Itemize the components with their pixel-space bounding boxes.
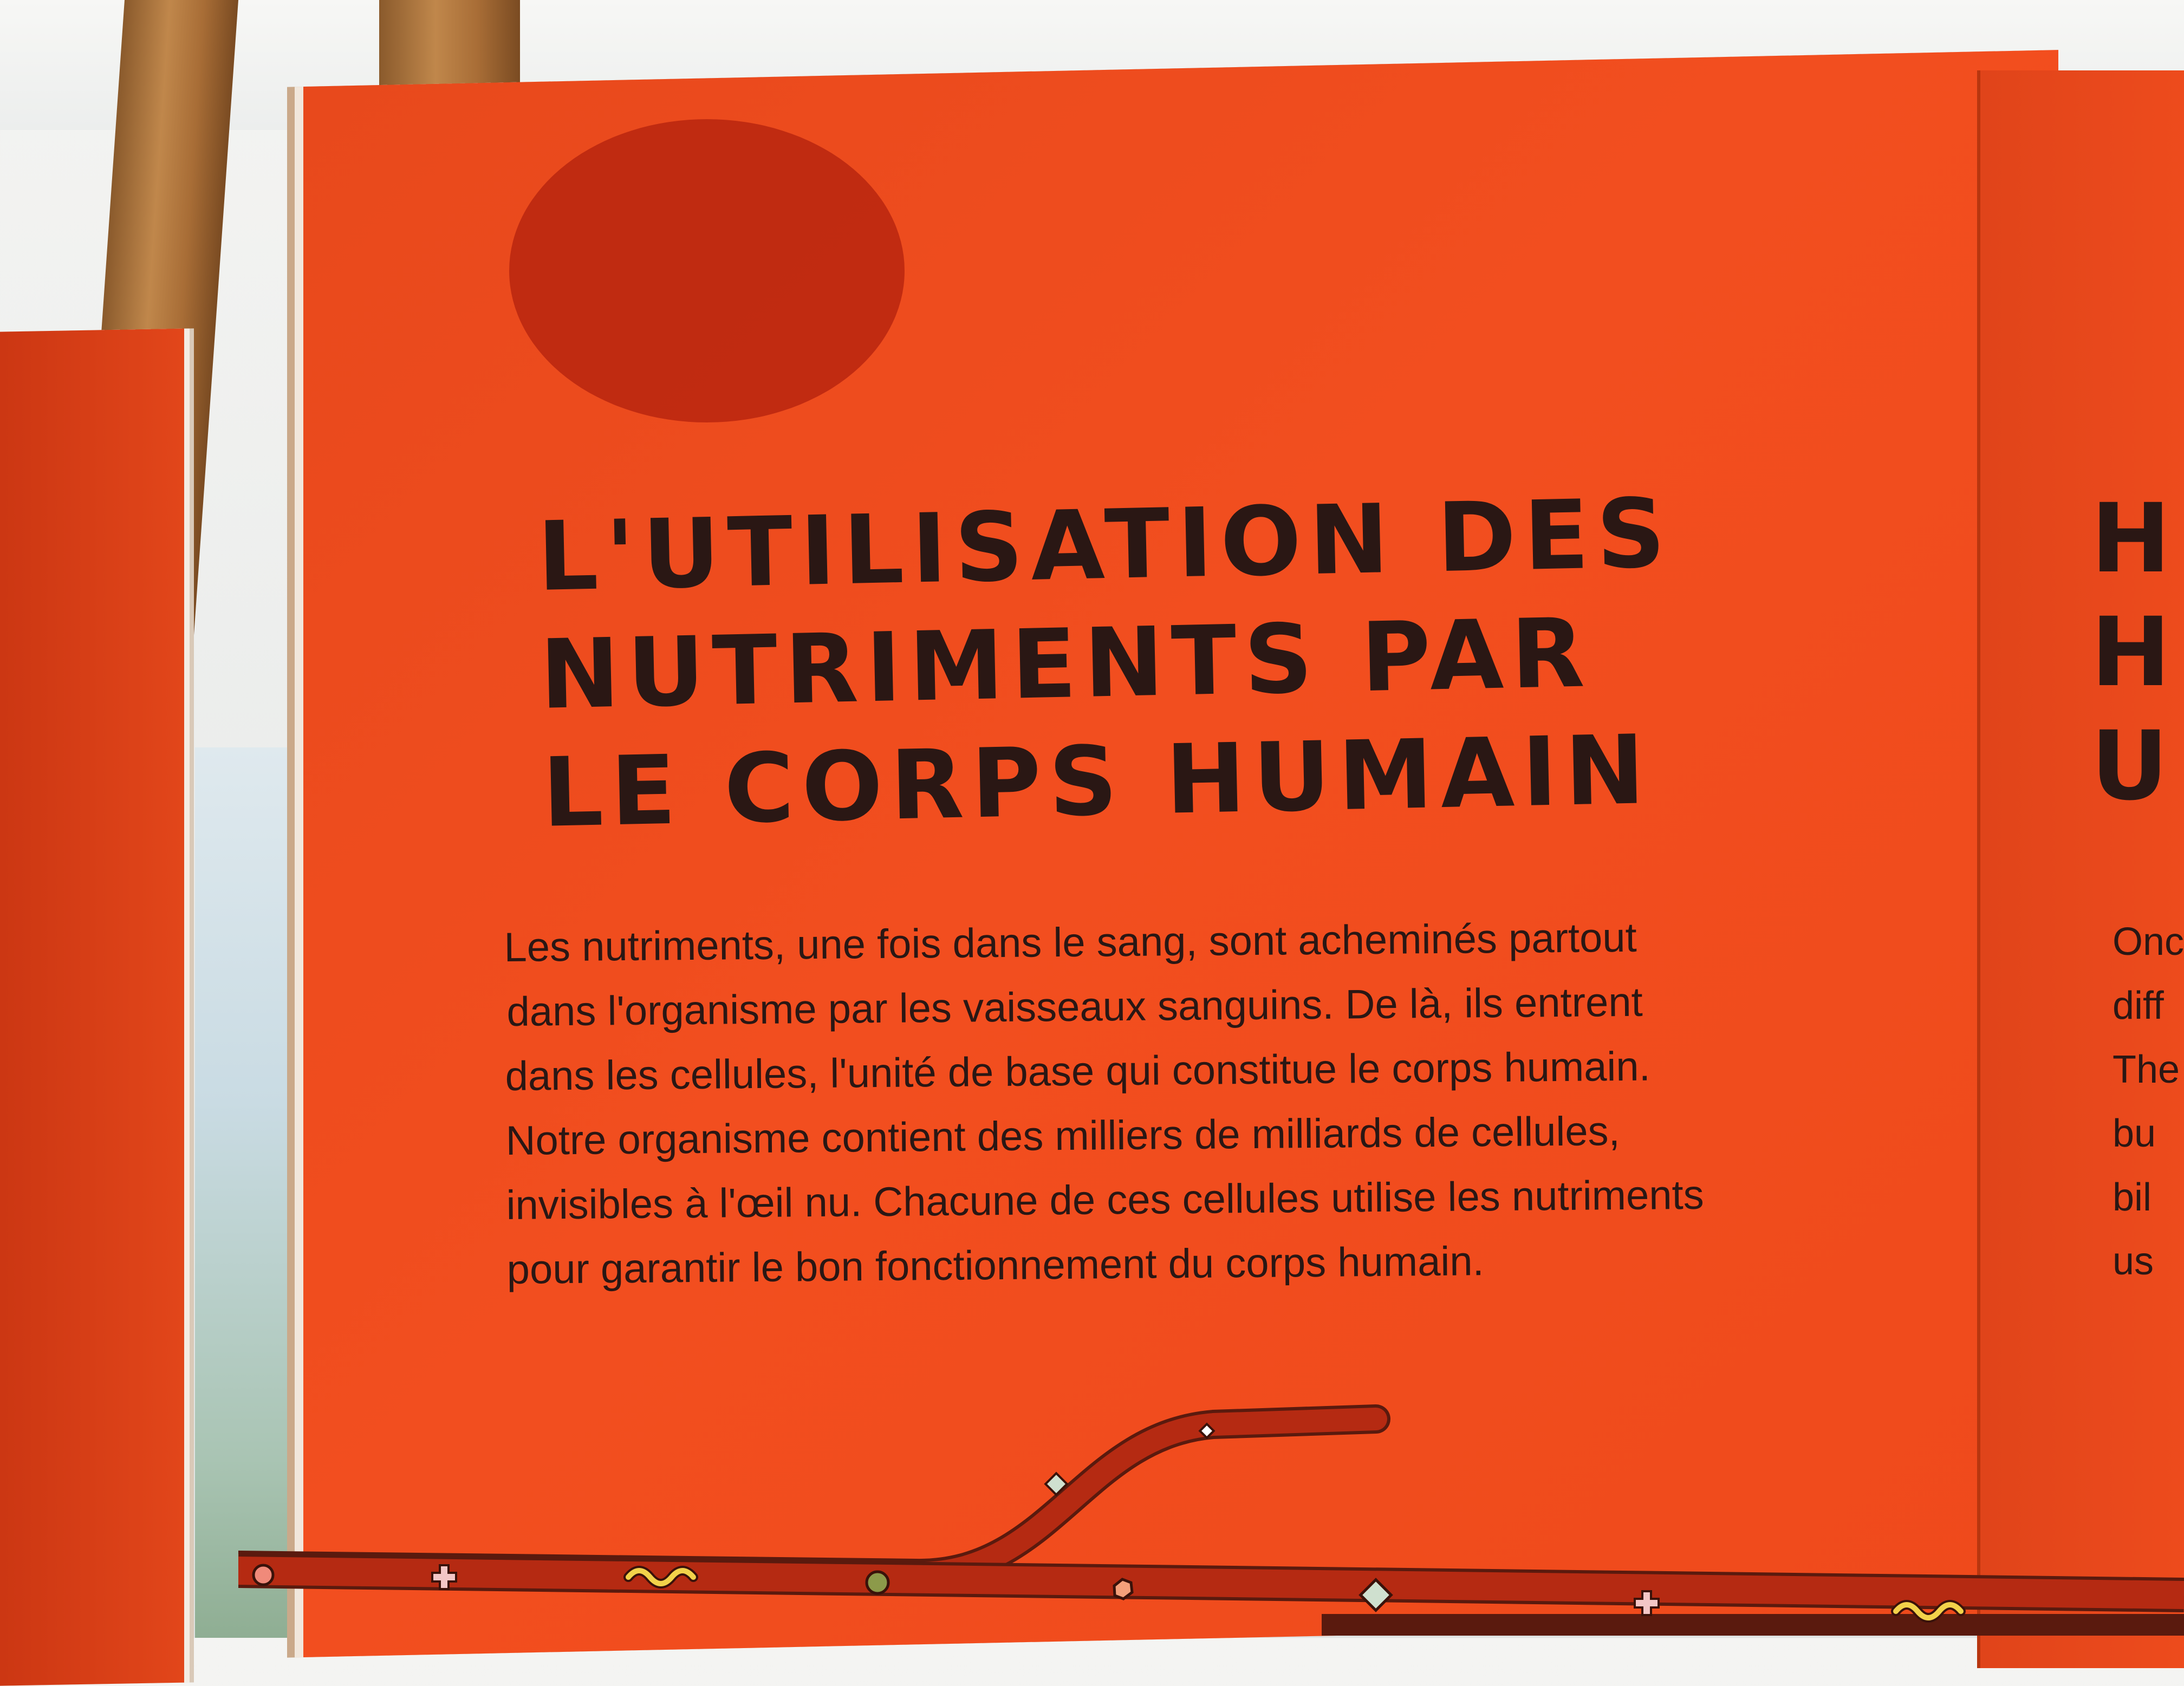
blood-vessel-illustration [238, 1404, 2184, 1636]
right-text-fragment: diff [2112, 984, 2164, 1027]
right-text-fragment: bu [2112, 1112, 2156, 1155]
paragraph-line: Notre organisme contient des milliers de… [505, 1108, 1621, 1164]
left-exhibit-panel [0, 328, 184, 1686]
right-title-letter: H [2091, 483, 2171, 594]
nutrient-hexagon-icon [1113, 1578, 1134, 1600]
right-panel-text-fragment: Onc diff The bu bil us [2112, 910, 2184, 1293]
right-title-letter: U [2091, 711, 2168, 822]
paragraph-line: invisibles à l'œil nu. Chacune de ces ce… [506, 1171, 1705, 1228]
right-text-fragment: The [2112, 1048, 2180, 1091]
right-text-fragment: bil [2112, 1176, 2152, 1219]
nutrient-dot-icon [865, 1570, 890, 1595]
right-title-letter: H [2091, 597, 2171, 708]
panel-paragraph: Les nutriments, une fois dans le sang, s… [504, 902, 1969, 1302]
paragraph-line: Les nutriments, une fois dans le sang, s… [504, 914, 1637, 971]
right-text-fragment: us [2112, 1240, 2154, 1283]
decorative-circle [509, 119, 905, 422]
panel-title: L'UTILISATION DES NUTRIMENTS PAR LE CORP… [536, 470, 1897, 852]
nutrient-dot-icon [252, 1564, 275, 1586]
right-text-fragment: Onc [2112, 920, 2184, 964]
right-panel-title-fragment: H H U [2091, 482, 2170, 823]
paragraph-line: dans l'organisme par les vaisseaux sangu… [506, 979, 1643, 1035]
paragraph-line: dans les cellules, l'unité de base qui c… [505, 1043, 1651, 1099]
paragraph-line: pour garantir le bon fonctionnement du c… [506, 1238, 1485, 1293]
